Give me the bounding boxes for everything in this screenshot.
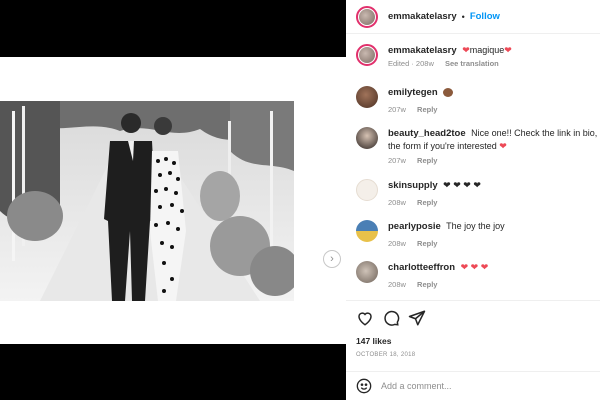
black-heart-icon: ❤	[463, 180, 471, 190]
list-item: charlotteeffron ❤ ❤ ❤ 208w Reply	[356, 261, 600, 289]
reply-button[interactable]: Reply	[417, 198, 437, 207]
red-heart-icon: ❤	[504, 45, 512, 55]
comments-list[interactable]: emmakatelasry ❤magique❤ Edited · 208w Se…	[346, 35, 600, 298]
comment-time: 207w	[388, 105, 406, 114]
comment-username[interactable]: charlotteeffron	[388, 262, 455, 273]
follow-button[interactable]: Follow	[470, 11, 500, 22]
add-comment-bar	[346, 371, 600, 400]
red-heart-icon: ❤	[462, 45, 470, 55]
avatar[interactable]	[356, 261, 378, 283]
media-pane: ›	[0, 0, 346, 400]
avatar[interactable]	[356, 220, 378, 242]
reply-button[interactable]: Reply	[417, 156, 437, 165]
likes-count[interactable]: 147 likes	[356, 336, 391, 346]
post-header: emmakatelasry • Follow	[346, 0, 600, 34]
comment-username[interactable]: skinsupply	[388, 180, 438, 191]
red-heart-icon: ❤	[499, 141, 507, 151]
black-heart-icon: ❤	[453, 180, 461, 190]
avatar[interactable]	[356, 5, 378, 28]
black-heart-icon: ❤	[473, 180, 481, 190]
reply-button[interactable]: Reply	[417, 239, 437, 248]
red-heart-icon: ❤	[480, 262, 489, 272]
reply-button[interactable]: Reply	[417, 280, 437, 289]
comment-username[interactable]: beauty_head2toe	[388, 128, 466, 139]
caption: emmakatelasry ❤magique❤ Edited · 208w Se…	[356, 44, 600, 68]
avatar[interactable]	[356, 86, 378, 108]
post-panel: emmakatelasry • Follow emmakatelasry ❤ma…	[346, 0, 600, 400]
header-username[interactable]: emmakatelasry	[388, 11, 457, 22]
avatar[interactable]	[356, 127, 378, 149]
comment-text: Nice one!! Check the link in bio, comp	[471, 128, 600, 138]
action-bar	[346, 300, 600, 334]
comment-text: The joy the joy	[446, 221, 505, 231]
comment-text-cont: the form if you're interested	[388, 141, 497, 151]
avatar[interactable]	[356, 44, 378, 66]
caption-text: magique	[469, 45, 505, 55]
list-item: skinsupply ❤ ❤ ❤ ❤ 208w Reply	[356, 179, 600, 207]
separator-dot: •	[461, 11, 465, 22]
comment-time: 207w	[388, 156, 406, 165]
red-heart-icon: ❤	[470, 262, 479, 272]
caption-username[interactable]: emmakatelasry	[388, 45, 457, 56]
list-item: beauty_head2toe Nice one!! Check the lin…	[356, 127, 600, 165]
heart-icon[interactable]	[356, 309, 374, 327]
black-heart-icon: ❤	[443, 180, 451, 190]
comment-time: 208w	[388, 280, 406, 289]
list-item: pearlyposie The joy the joy 208w Reply	[356, 220, 600, 248]
emoji-icon[interactable]	[356, 378, 372, 394]
comment-username[interactable]: pearlyposie	[388, 221, 441, 232]
list-item: emilytegen 207w Reply	[356, 86, 600, 114]
comment-time: 208w	[388, 198, 406, 207]
reply-button[interactable]: Reply	[417, 105, 437, 114]
share-icon[interactable]	[408, 309, 426, 327]
next-photo-button[interactable]: ›	[323, 250, 341, 268]
red-heart-icon: ❤	[460, 262, 469, 272]
avatar[interactable]	[356, 179, 378, 201]
comment-input[interactable]	[381, 381, 581, 391]
bear-emoji-icon	[443, 88, 454, 98]
caption-time: Edited · 208w	[388, 59, 434, 68]
post-date: OCTOBER 18, 2018	[356, 352, 416, 358]
comment-username[interactable]: emilytegen	[388, 87, 438, 98]
chevron-right-icon: ›	[330, 253, 334, 265]
comment-icon[interactable]	[382, 309, 400, 327]
comment-time: 208w	[388, 239, 406, 248]
see-translation-link[interactable]: See translation	[445, 59, 499, 68]
media-frame: ›	[0, 57, 346, 344]
post-photo[interactable]	[0, 101, 294, 301]
